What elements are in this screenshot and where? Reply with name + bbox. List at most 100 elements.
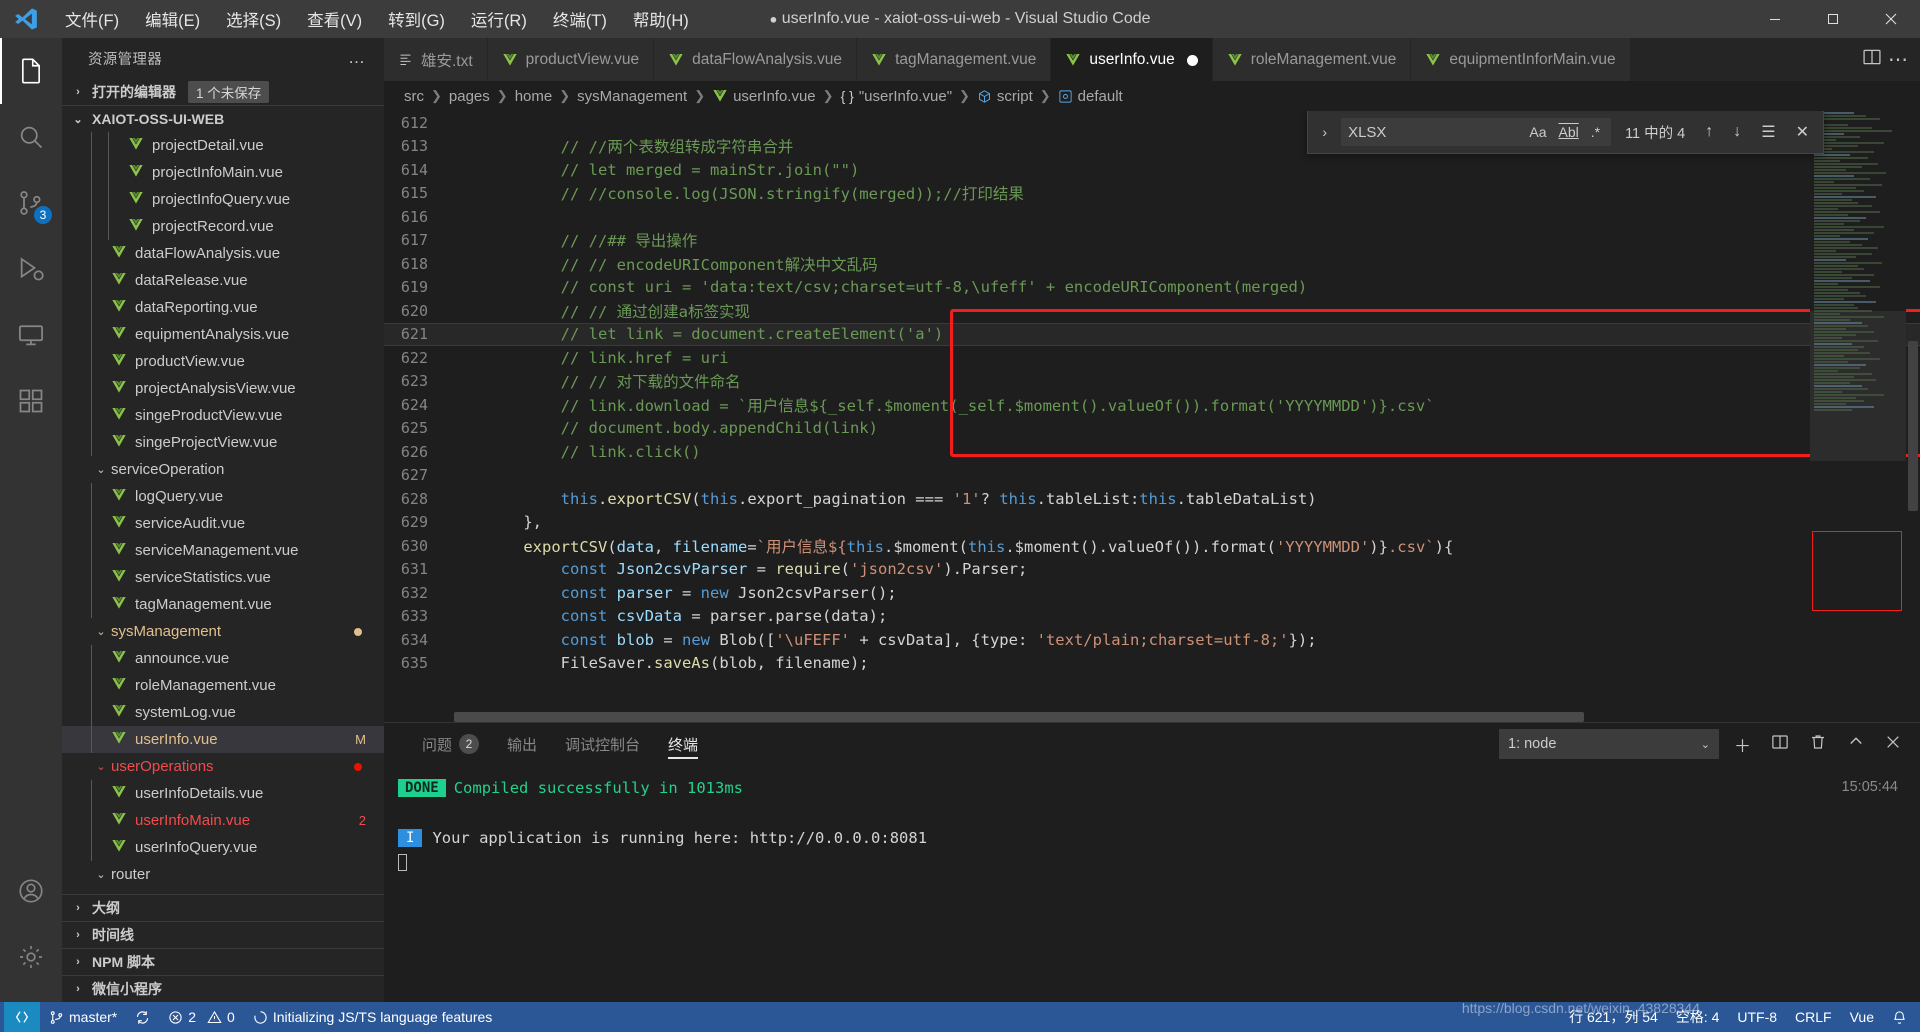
- more-actions-icon[interactable]: ⋯: [1888, 50, 1908, 70]
- kill-terminal-icon[interactable]: [1804, 733, 1832, 756]
- open-editors-section[interactable]: › 打开的编辑器 1 个未保存: [62, 78, 384, 105]
- find-input[interactable]: XLSX Aa Abl .*: [1341, 118, 1612, 146]
- tree-item-singeproductview-vue[interactable]: singeProductView.vue: [62, 402, 384, 429]
- code-line-619[interactable]: 619 // const uri = 'data:text/csv;charse…: [384, 276, 1920, 300]
- find-close-icon[interactable]: ✕: [1790, 122, 1815, 142]
- editor-tab-equipmentinformain-vue[interactable]: equipmentInforMain.vue: [1411, 38, 1631, 81]
- find-in-selection-icon[interactable]: ☰: [1755, 122, 1781, 142]
- close-panel-icon[interactable]: [1880, 734, 1906, 755]
- status-branch[interactable]: master*: [40, 1002, 126, 1032]
- tree-item-tagmanagement-vue[interactable]: tagManagement.vue: [62, 591, 384, 618]
- breadcrumb-item-sysmanagement[interactable]: sysManagement: [577, 88, 687, 105]
- code-lines[interactable]: 612 613 // //两个表数组转成字符串合并 614 // let merg…: [384, 111, 1920, 675]
- menu-run[interactable]: 运行(R): [458, 4, 540, 34]
- breadcrumb-item-script[interactable]: script: [977, 88, 1033, 105]
- menu-bar[interactable]: 文件(F) 编辑(E) 选择(S) 查看(V) 转到(G) 运行(R) 终端(T…: [52, 4, 702, 34]
- panel-tab-debug-console[interactable]: 调试控制台: [551, 723, 654, 765]
- tree-item-userinfodetails-vue[interactable]: userInfoDetails.vue: [62, 780, 384, 807]
- menu-terminal[interactable]: 终端(T): [540, 4, 620, 34]
- tree-item-projectanalysisview-vue[interactable]: projectAnalysisView.vue: [62, 375, 384, 402]
- editor-tabs[interactable]: 雄安.txt productView.vue dataFlowAnalysis.vu…: [384, 38, 1850, 81]
- code-line-630[interactable]: 630 exportCSV(data, filename=`用户信息${this…: [384, 534, 1920, 558]
- code-line-627[interactable]: 627: [384, 464, 1920, 488]
- editor-tab-userinfo-vue[interactable]: userInfo.vue: [1051, 38, 1213, 81]
- editor-tab-productview-vue[interactable]: productView.vue: [487, 38, 655, 81]
- tree-item-userinfomain-vue[interactable]: userInfoMain.vue 2: [62, 807, 384, 834]
- minimap[interactable]: [1810, 111, 1906, 722]
- find-previous-icon[interactable]: ↑: [1699, 123, 1719, 141]
- file-tree[interactable]: projectDetail.vue projectInfoMain.vue proj…: [62, 132, 384, 894]
- split-terminal-icon[interactable]: [1766, 733, 1794, 756]
- sidebar-collapsed-panels[interactable]: › 大纲 › 时间线 › NPM 脚本 › 微信小程序: [62, 894, 384, 1002]
- menu-selection[interactable]: 选择(S): [213, 4, 294, 34]
- tree-item-userinfoquery-vue[interactable]: userInfoQuery.vue: [62, 834, 384, 861]
- use-regex-icon[interactable]: .*: [1587, 123, 1604, 141]
- panel-tab-output[interactable]: 输出: [493, 723, 551, 765]
- tree-item-announce-vue[interactable]: announce.vue: [62, 645, 384, 672]
- breadcrumb[interactable]: src ❯ pages ❯ home ❯ sysManagement ❯ userInfo.vu…: [384, 81, 1920, 111]
- editor-horizontal-scrollbar[interactable]: [454, 712, 1810, 722]
- breadcrumb-item-userinfovue[interactable]: { } "userInfo.vue": [841, 88, 952, 105]
- breadcrumb-item-default[interactable]: default: [1058, 88, 1123, 105]
- editor-tab-tagmanagement-vue[interactable]: tagManagement.vue: [857, 38, 1052, 81]
- panel-tab-problems[interactable]: 问题 2: [408, 723, 493, 765]
- terminal-select[interactable]: 1: node ⌄: [1499, 729, 1719, 759]
- code-line-629[interactable]: 629 },: [384, 511, 1920, 535]
- activity-explorer-icon[interactable]: [0, 38, 62, 104]
- find-widget[interactable]: › XLSX Aa Abl .* 11 中的 4 ↑ ↓ ☰ ✕: [1307, 111, 1824, 154]
- editor-scroll-thumb[interactable]: [1908, 341, 1918, 511]
- code-line-624[interactable]: 624 // link.download = `用户信息${_self.$mom…: [384, 393, 1920, 417]
- activity-gear-icon[interactable]: [0, 924, 62, 990]
- window-controls[interactable]: [1746, 0, 1920, 38]
- code-line-620[interactable]: 620 // // 通过创建a标签实现: [384, 299, 1920, 323]
- menu-view[interactable]: 查看(V): [294, 4, 375, 34]
- status-encoding[interactable]: UTF-8: [1728, 1002, 1786, 1032]
- activity-extensions-icon[interactable]: [0, 368, 62, 434]
- panel-outline[interactable]: › 大纲: [62, 894, 384, 921]
- code-line-617[interactable]: 617 // //## 导出操作: [384, 229, 1920, 253]
- code-line-621[interactable]: 621 // let link = document.createElement…: [384, 322, 1920, 346]
- menu-go[interactable]: 转到(G): [375, 4, 458, 34]
- find-expand-icon[interactable]: ›: [1316, 124, 1333, 140]
- close-button[interactable]: [1862, 0, 1920, 38]
- code-line-623[interactable]: 623 // // 对下载的文件命名: [384, 370, 1920, 394]
- code-line-625[interactable]: 625 // document.body.appendChild(link): [384, 417, 1920, 441]
- code-line-635[interactable]: 635 FileSaver.saveAs(blob, filename);: [384, 652, 1920, 676]
- code-line-628[interactable]: 628 this.exportCSV(this.export_paginatio…: [384, 487, 1920, 511]
- tree-item-rolemanagement-vue[interactable]: roleManagement.vue: [62, 672, 384, 699]
- tree-item-productview-vue[interactable]: productView.vue: [62, 348, 384, 375]
- tree-item-useroperations[interactable]: ⌄ userOperations: [62, 753, 384, 780]
- tree-item-serviceaudit-vue[interactable]: serviceAudit.vue: [62, 510, 384, 537]
- panel-actions[interactable]: 1: node ⌄ ＋: [1499, 729, 1906, 759]
- code-line-626[interactable]: 626 // link.click(): [384, 440, 1920, 464]
- panel-npm-scripts[interactable]: › NPM 脚本: [62, 948, 384, 975]
- maximize-button[interactable]: [1804, 0, 1862, 38]
- tab-dirty-indicator[interactable]: [1186, 54, 1198, 66]
- editor-tab-actions[interactable]: ⋯: [1850, 38, 1920, 81]
- tree-item-datareporting-vue[interactable]: dataReporting.vue: [62, 294, 384, 321]
- tree-item-servicemanagement-vue[interactable]: serviceManagement.vue: [62, 537, 384, 564]
- editor-scroll-thumb-h[interactable]: [454, 712, 1584, 722]
- find-next-icon[interactable]: ↓: [1727, 123, 1747, 141]
- panel-timeline[interactable]: › 时间线: [62, 921, 384, 948]
- tree-item-systemlog-vue[interactable]: systemLog.vue: [62, 699, 384, 726]
- code-line-622[interactable]: 622 // link.href = uri: [384, 346, 1920, 370]
- menu-file[interactable]: 文件(F): [52, 4, 132, 34]
- tree-item-userinfo-vue[interactable]: userInfo.vue M: [62, 726, 384, 753]
- panel-tab-terminal[interactable]: 终端: [654, 723, 712, 765]
- status-eol[interactable]: CRLF: [1786, 1002, 1841, 1032]
- status-problems[interactable]: 2 0: [159, 1002, 244, 1032]
- activity-source-control-icon[interactable]: 3: [0, 170, 62, 236]
- code-line-618[interactable]: 618 // // encodeURIComponent解决中文乱码: [384, 252, 1920, 276]
- maximize-panel-icon[interactable]: [1842, 733, 1870, 756]
- status-notifications-icon[interactable]: [1883, 1002, 1916, 1032]
- breadcrumb-item-userinfovue[interactable]: userInfo.vue: [712, 88, 816, 105]
- code-editor[interactable]: 612 613 // //两个表数组转成字符串合并 614 // let merg…: [384, 111, 1920, 722]
- tree-item-singeprojectview-vue[interactable]: singeProjectView.vue: [62, 429, 384, 456]
- tree-item-projectinfoquery-vue[interactable]: projectInfoQuery.vue: [62, 186, 384, 213]
- tree-item-sysmanagement[interactable]: ⌄ sysManagement: [62, 618, 384, 645]
- new-terminal-icon[interactable]: ＋: [1729, 732, 1756, 757]
- code-line-632[interactable]: 632 const parser = new Json2csvParser();: [384, 581, 1920, 605]
- editor-vertical-scrollbar[interactable]: [1906, 111, 1920, 722]
- tree-item-router[interactable]: ⌄ router: [62, 861, 384, 888]
